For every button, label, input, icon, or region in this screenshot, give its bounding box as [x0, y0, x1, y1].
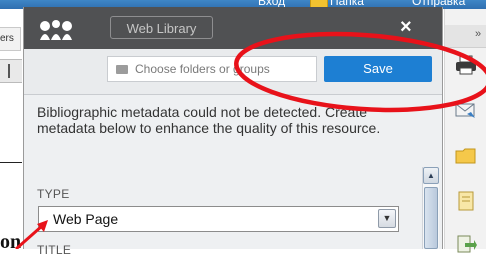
printer-icon[interactable]	[455, 55, 477, 75]
page-heading-fragment: on	[0, 231, 22, 253]
left-toolbar	[0, 59, 22, 83]
page-left-edge: ers on	[0, 9, 22, 253]
scroll-up-button[interactable]: ▲	[423, 167, 439, 184]
metadata-notice: Bibliographic metadata could not be dete…	[37, 104, 381, 136]
right-toolbar: »	[444, 9, 486, 253]
chevron-down-icon[interactable]: ▼	[378, 209, 396, 228]
chevron-right-icon[interactable]: »	[475, 28, 481, 40]
folder-icon[interactable]	[455, 146, 477, 166]
folder-icon	[116, 65, 128, 74]
forward-icon[interactable]	[455, 235, 477, 255]
metadata-form: Bibliographic metadata could not be dete…	[24, 94, 442, 257]
mail-icon[interactable]	[455, 100, 477, 120]
collection-picker[interactable]: Choose folders or groups	[107, 56, 317, 82]
zotero-save-panel: Web Library × Choose folders or groups S…	[23, 7, 443, 257]
save-toolbar: Choose folders or groups Save	[24, 49, 442, 95]
type-select-value: Web Page	[53, 211, 119, 227]
scroll-thumb[interactable]	[424, 187, 438, 249]
notes-icon[interactable]	[455, 191, 477, 211]
type-label: TYPE	[37, 187, 70, 201]
divider	[0, 162, 22, 163]
close-icon[interactable]: ×	[400, 17, 412, 37]
web-library-button[interactable]: Web Library	[110, 16, 213, 39]
panel-header: Web Library ×	[24, 7, 442, 49]
type-select[interactable]: Web Page ▼	[38, 206, 399, 232]
zotero-logo-icon	[40, 20, 72, 40]
title-label: TITLE	[37, 243, 72, 257]
scrollbar[interactable]: ▲	[422, 167, 439, 249]
toolbar-overflow[interactable]: »	[445, 25, 486, 48]
left-tab[interactable]: ers	[0, 27, 21, 51]
save-button[interactable]: Save	[324, 56, 432, 82]
collection-picker-placeholder: Choose folders or groups	[135, 62, 270, 76]
